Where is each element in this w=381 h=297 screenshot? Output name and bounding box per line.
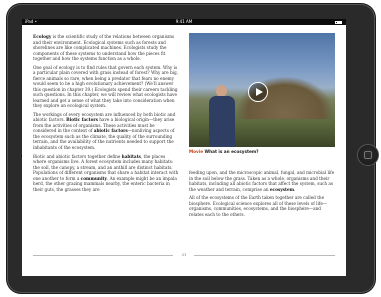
page-divider — [194, 255, 335, 256]
paragraph: One goal of ecology is to find rules tha… — [33, 65, 179, 109]
home-button[interactable] — [357, 144, 379, 166]
body-text: Biotic and abiotic factors together defi… — [33, 153, 122, 159]
paragraph: Biotic and abiotic factors together defi… — [33, 154, 179, 193]
key-term: habitats — [121, 153, 141, 159]
key-term: abiotic factors — [93, 128, 128, 134]
play-button[interactable] — [248, 82, 268, 102]
battery-icon — [335, 20, 342, 24]
status-bar: iPad • 9:41 AM — [22, 19, 346, 25]
paragraph: Ecology is the scientific study of the r… — [33, 34, 179, 62]
book-screen: iPad • 9:41 AM Ecology is the scientific… — [22, 19, 346, 276]
body-text: . — [294, 186, 296, 192]
paragraph: All of the ecosystems of the Earth taken… — [189, 195, 335, 217]
key-term: Biotic factors — [66, 117, 98, 123]
paragraph: The workings of every ecosystem are infl… — [33, 112, 179, 151]
body-text: All of the ecosystems of the Earth taken… — [189, 195, 328, 217]
page-number: 31 — [181, 252, 187, 257]
body-text: One goal of ecology is to find rules tha… — [33, 64, 179, 109]
movie-caption: Movie What is an ecosystem? — [189, 149, 335, 155]
left-text-column: Ecology is the scientific study of the r… — [33, 34, 179, 249]
key-term: ecosystem — [269, 186, 295, 192]
presenter-image — [207, 85, 237, 147]
home-square-icon — [364, 151, 372, 159]
paragraph: feeding upon, and the microscopic animal… — [189, 170, 335, 192]
movie-caption-tag: Movie — [189, 149, 204, 154]
status-time: 9:41 AM — [175, 19, 193, 24]
video-thumbnail[interactable] — [189, 33, 335, 147]
key-term: Ecology — [33, 34, 52, 39]
right-text-column: feeding upon, and the microscopic animal… — [189, 170, 335, 250]
key-term: community — [80, 175, 107, 181]
play-icon — [256, 87, 263, 96]
body-text: is the scientific study of the relations… — [33, 34, 175, 61]
movie-caption-title: What is an ecosystem? — [204, 149, 259, 154]
movie-widget[interactable]: Movie What is an ecosystem? — [189, 33, 335, 157]
page-divider — [33, 255, 173, 256]
body-text: feeding upon, and the microscopic animal… — [189, 170, 335, 192]
